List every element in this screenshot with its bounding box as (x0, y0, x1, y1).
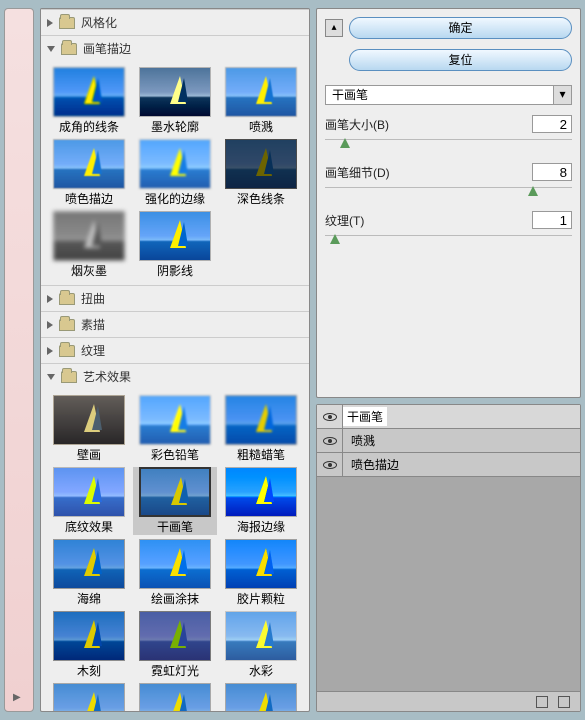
dropdown-selected: 干画笔 (326, 86, 553, 104)
filter-more-3[interactable] (219, 683, 303, 711)
folder-icon (59, 319, 75, 331)
param-texture: 纹理(T) (325, 211, 572, 249)
ok-button[interactable]: 确定 (349, 17, 572, 39)
visibility-toggle[interactable] (317, 405, 343, 428)
filter-watercolor[interactable]: 水彩 (219, 611, 303, 679)
chevron-down-icon[interactable]: ▾ (553, 86, 571, 104)
folder-icon (59, 293, 75, 305)
brush-detail-slider[interactable] (325, 187, 572, 201)
filter-ink-outlines[interactable]: 墨水轮廓 (133, 67, 217, 135)
brush-size-slider[interactable] (325, 139, 572, 153)
category-stylize: 风格化 (41, 9, 309, 35)
artistic-grid: 壁画 彩色铅笔 粗糙蜡笔 底纹效果 干画笔 海报边缘 海绵 绘画涂抹 胶片颗粒 … (41, 389, 309, 711)
category-header-stylize[interactable]: 风格化 (41, 10, 309, 35)
folder-icon (59, 17, 75, 29)
layers-empty-area (317, 477, 580, 691)
eye-icon (323, 413, 337, 421)
param-brush-size: 画笔大小(B) (325, 115, 572, 153)
layer-name: 喷色描边 (343, 456, 399, 473)
filter-sprayed-strokes[interactable]: 喷色描边 (47, 139, 131, 207)
layer-row[interactable]: 喷色描边 (317, 453, 580, 477)
filter-paint-daubs[interactable]: 绘画涂抹 (133, 539, 217, 607)
trash-icon[interactable] (558, 696, 570, 708)
filter-neon-glow[interactable]: 霓虹灯光 (133, 611, 217, 679)
category-header-artistic[interactable]: 艺术效果 (41, 364, 309, 389)
category-label: 素描 (81, 316, 105, 333)
filter-fresco[interactable]: 壁画 (47, 395, 131, 463)
folder-icon (61, 371, 77, 383)
layer-row[interactable]: 干画笔 (317, 405, 580, 429)
layer-name: 喷溅 (343, 432, 375, 449)
visibility-toggle[interactable] (317, 429, 343, 452)
filters-panel: 风格化 画笔描边 成角的线条 墨水轮廓 喷溅 喷色描边 强化的边缘 深色线条 烟… (40, 8, 310, 712)
triangle-down-icon (47, 374, 55, 380)
filter-dry-brush[interactable]: 干画笔 (133, 467, 217, 535)
folder-icon (61, 43, 77, 55)
texture-input[interactable] (532, 211, 572, 229)
triangle-right-icon (47, 19, 53, 27)
filter-film-grain[interactable]: 胶片颗粒 (219, 539, 303, 607)
filter-angled-strokes[interactable]: 成角的线条 (47, 67, 131, 135)
category-header-brush[interactable]: 画笔描边 (41, 36, 309, 61)
filter-dark-strokes[interactable]: 深色线条 (219, 139, 303, 207)
filter-accented-edges[interactable]: 强化的边缘 (133, 139, 217, 207)
filter-spatter[interactable]: 喷溅 (219, 67, 303, 135)
category-header-sketch[interactable]: 素描 (41, 312, 309, 337)
layers-footer (317, 691, 580, 711)
category-distort: 扭曲 (41, 285, 309, 311)
brush-size-input[interactable] (532, 115, 572, 133)
category-header-distort[interactable]: 扭曲 (41, 286, 309, 311)
param-brush-detail: 画笔细节(D) (325, 163, 572, 201)
right-panel: ▴ 确定 复位 干画笔 ▾ 画笔大小(B) 画笔细节(D) (316, 8, 581, 712)
category-label: 艺术效果 (83, 368, 131, 385)
filter-dropdown[interactable]: 干画笔 ▾ (325, 85, 572, 105)
reset-button[interactable]: 复位 (349, 49, 572, 71)
visibility-toggle[interactable] (317, 453, 343, 476)
category-label: 纹理 (81, 342, 105, 359)
filter-underpainting[interactable]: 底纹效果 (47, 467, 131, 535)
texture-slider[interactable] (325, 235, 572, 249)
filter-sponge[interactable]: 海绵 (47, 539, 131, 607)
filter-more-1[interactable] (47, 683, 131, 711)
category-brush-strokes: 画笔描边 成角的线条 墨水轮廓 喷溅 喷色描边 强化的边缘 深色线条 烟灰墨 阴… (41, 35, 309, 285)
filter-more-2[interactable] (133, 683, 217, 711)
filter-sumi-e[interactable]: 烟灰墨 (47, 211, 131, 279)
filter-poster-edges[interactable]: 海报边缘 (219, 467, 303, 535)
brush-detail-input[interactable] (532, 163, 572, 181)
options-box: ▴ 确定 复位 干画笔 ▾ 画笔大小(B) 画笔细节(D) (316, 8, 581, 398)
layer-name: 干画笔 (343, 407, 387, 426)
param-label: 画笔大小(B) (325, 116, 389, 133)
triangle-right-icon (47, 295, 53, 303)
triangle-right-icon (47, 321, 53, 329)
layer-row[interactable]: 喷溅 (317, 429, 580, 453)
triangle-right-icon (47, 347, 53, 355)
filter-cutout[interactable]: 木刻 (47, 611, 131, 679)
new-layer-icon[interactable] (536, 696, 548, 708)
effect-layers-panel: 干画笔 喷溅 喷色描边 (316, 404, 581, 712)
eye-icon (323, 437, 337, 445)
collapse-arrow-button[interactable]: ▴ (325, 19, 343, 37)
filter-crosshatch[interactable]: 阴影线 (133, 211, 217, 279)
category-label: 风格化 (81, 14, 117, 31)
filters-scroll[interactable]: 风格化 画笔描边 成角的线条 墨水轮廓 喷溅 喷色描边 强化的边缘 深色线条 烟… (41, 9, 309, 711)
param-label: 画笔细节(D) (325, 164, 390, 181)
category-header-texture[interactable]: 纹理 (41, 338, 309, 363)
category-label: 画笔描边 (83, 40, 131, 57)
filter-colored-pencil[interactable]: 彩色铅笔 (133, 395, 217, 463)
eye-icon (323, 461, 337, 469)
category-sketch: 素描 (41, 311, 309, 337)
folder-icon (59, 345, 75, 357)
filter-rough-pastels[interactable]: 粗糙蜡笔 (219, 395, 303, 463)
category-texture: 纹理 (41, 337, 309, 363)
param-label: 纹理(T) (325, 212, 364, 229)
preview-sidebar (4, 8, 34, 712)
category-label: 扭曲 (81, 290, 105, 307)
category-artistic: 艺术效果 壁画 彩色铅笔 粗糙蜡笔 底纹效果 干画笔 海报边缘 海绵 绘画涂抹 … (41, 363, 309, 711)
triangle-down-icon (47, 46, 55, 52)
brush-grid: 成角的线条 墨水轮廓 喷溅 喷色描边 强化的边缘 深色线条 烟灰墨 阴影线 (41, 61, 309, 285)
